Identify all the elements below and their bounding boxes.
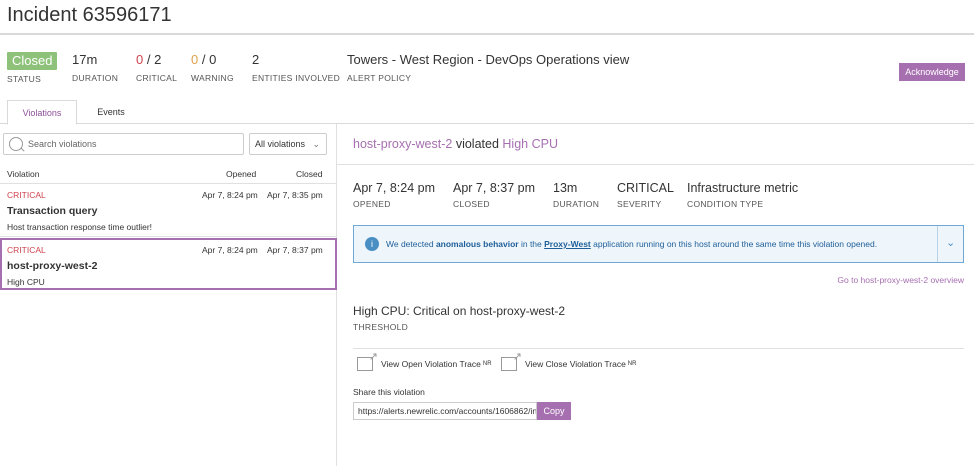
closed-metric: Apr 7, 8:37 pm CLOSED [453,181,535,209]
severity-value: CRITICAL [617,181,674,195]
external-link-icon [501,350,522,371]
violations-list-pane: All violations ⌄ Violation Opened Closed… [0,124,337,466]
closed-value: Apr 7, 8:37 pm [453,181,535,195]
tab-bar: Violations Events [0,100,974,125]
condition-type-value: Infrastructure metric [687,181,799,195]
severity-label: SEVERITY [617,199,662,209]
duration-metric-label: DURATION [553,199,600,209]
critical-label: CRITICAL [136,73,178,83]
row-closed: Apr 7, 8:35 pm [267,190,323,200]
duration-metric-value: 13m [553,181,578,195]
anomaly-banner: i We detected anomalous behavior in the … [353,225,964,263]
policy-stat: Towers - West Region - DevOps Operations… [347,52,629,83]
search-icon [9,137,23,151]
open-trace-link[interactable]: View Open Violation TraceNR [357,350,492,371]
entities-stat: 2 ENTITIES INVOLVED [252,52,340,83]
warning-stat: 0 / 0 WARNING [191,52,234,83]
search-input[interactable] [28,139,238,149]
opened-label: OPENED [353,199,391,209]
external-link-icon [357,350,378,371]
condition-link[interactable]: High CPU [502,137,558,151]
banner-bold: anomalous behavior [435,239,519,249]
policy-name[interactable]: Towers - West Region - DevOps Operations… [347,52,629,68]
share-label: Share this violation [353,387,425,397]
warning-label: WARNING [191,73,234,83]
severity-metric: CRITICAL SEVERITY [617,181,674,209]
search-box [3,133,244,155]
violation-heading: host-proxy-west-2 violated High CPU [353,137,558,151]
filter-selected-value: All violations [255,139,306,149]
threshold-value: High CPU: Critical on host-proxy-west-2 [353,304,566,318]
condition-type-label: CONDITION TYPE [687,199,764,209]
violation-row-selected[interactable]: CRITICAL Apr 7, 8:24 pm Apr 7, 8:37 pm h… [0,238,337,290]
banner-text: We detected anomalous behavior in the Pr… [386,239,877,249]
row-closed: Apr 7, 8:37 pm [267,245,323,255]
header-opened[interactable]: Opened [226,169,256,179]
violation-verb: violated [455,137,499,151]
open-trace-label: View Open Violation Trace [381,359,481,369]
row-description: High CPU [7,277,45,287]
row-severity: CRITICAL [7,190,46,200]
entities-label: ENTITIES INVOLVED [252,73,341,83]
chevron-down-icon: ⌄ [312,139,320,149]
policy-label: ALERT POLICY [347,73,412,83]
critical-count: 0 [136,52,144,67]
title-bar: Incident 63596171 [0,0,974,35]
acknowledge-button[interactable]: Acknowledge [899,63,965,81]
chevron-down-icon[interactable]: ⌄ [946,236,955,249]
status-label: STATUS [7,74,42,84]
threshold-label: THRESHOLD [353,322,409,332]
warning-total: / 0 [201,52,217,67]
row-severity: CRITICAL [7,245,46,255]
violation-detail-pane: host-proxy-west-2 violated High CPU Apr … [337,124,974,466]
row-opened: Apr 7, 8:24 pm [202,245,258,255]
incident-summary: Closed STATUS 17m DURATION 0 / 2 CRITICA… [0,52,974,92]
header-closed[interactable]: Closed [296,169,322,179]
closed-label: CLOSED [453,199,490,209]
list-header: Violation Opened Closed [0,166,337,184]
divider [337,164,974,165]
threshold-section: High CPU: Critical on host-proxy-west-2 … [353,304,565,332]
tab-violations[interactable]: Violations [7,100,77,125]
opened-value: Apr 7, 8:24 pm [353,181,435,195]
row-description: Host transaction response time outlier! [7,222,153,232]
critical-total: / 2 [146,52,162,67]
row-name: host-proxy-west-2 [7,260,98,272]
nr-superscript: NR [482,361,492,367]
banner-divider [937,226,938,262]
row-name: Transaction query [7,205,98,217]
nr-superscript: NR [627,361,637,367]
divider [353,348,964,349]
row-opened: Apr 7, 8:24 pm [202,190,258,200]
condition-type-metric: Infrastructure metric CONDITION TYPE [687,181,798,209]
header-violation[interactable]: Violation [7,169,39,179]
opened-metric: Apr 7, 8:24 pm OPENED [353,181,435,209]
duration-stat: 17m DURATION [72,52,118,83]
duration-metric: 13m DURATION [553,181,599,209]
violation-row[interactable]: CRITICAL Apr 7, 8:24 pm Apr 7, 8:35 pm T… [0,185,337,237]
close-trace-link[interactable]: View Close Violation TraceNR [501,350,637,371]
proxy-west-link[interactable]: Proxy-West [544,239,591,249]
close-trace-label: View Close Violation Trace [525,359,626,369]
page-title: Incident 63596171 [7,4,172,26]
share-url-field[interactable] [353,402,537,420]
banner-prefix: We detected [386,239,436,249]
tab-events[interactable]: Events [86,100,136,124]
banner-suffix: application running on this host around … [590,239,878,249]
goto-overview-link[interactable]: Go to host-proxy-west-2 overview [837,275,964,285]
violation-filter-select[interactable]: All violations ⌄ [249,133,327,155]
info-icon: i [365,237,379,251]
critical-stat: 0 / 2 CRITICAL [136,52,177,83]
copy-button[interactable]: Copy [537,402,571,420]
warning-count: 0 [191,52,199,67]
entities-value: 2 [252,52,260,67]
duration-value: 17m [72,52,98,67]
duration-label: DURATION [72,73,119,83]
banner-middle: in the [518,239,545,249]
status-stat: Closed STATUS [7,52,58,84]
status-badge: Closed [7,52,58,70]
entity-link[interactable]: host-proxy-west-2 [353,137,452,151]
